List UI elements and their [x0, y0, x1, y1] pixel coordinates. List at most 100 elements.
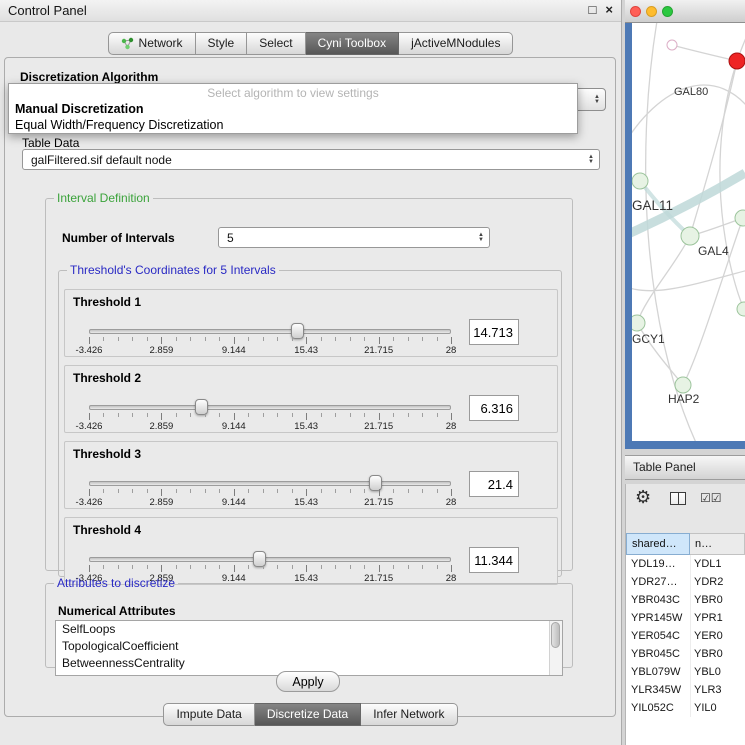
mac-close-button[interactable] — [630, 6, 641, 17]
column-header-name[interactable]: n… — [690, 533, 745, 555]
tab-select[interactable]: Select — [247, 32, 305, 55]
threshold-value-field[interactable] — [469, 471, 519, 497]
network-canvas[interactable]: GAL80GAL11GAL4GCY1HAP2 — [632, 23, 745, 441]
tab-jactivemnodules[interactable]: jActiveMNodules — [399, 32, 513, 55]
network-graph: GAL80GAL11GAL4GCY1HAP2 — [632, 23, 745, 441]
checkbox-icon: ☑ — [711, 491, 722, 505]
tick-label: 28 — [446, 345, 457, 356]
discretization-algorithm-label: Discretization Algorithm — [20, 70, 158, 84]
minimize-icon[interactable]: □ — [589, 2, 597, 17]
cell-shared-name: YBL079W — [626, 663, 690, 681]
interval-definition-title: Interval Definition — [54, 191, 153, 205]
network-node[interactable] — [737, 302, 745, 316]
table-row[interactable]: YBR045CYBR0 — [626, 645, 745, 663]
network-node[interactable] — [729, 53, 745, 69]
window-title: Control Panel — [8, 3, 87, 18]
slider-tick — [205, 565, 206, 569]
slider-tick — [335, 337, 336, 341]
slider-tick — [306, 489, 307, 496]
close-icon[interactable]: × — [605, 2, 613, 17]
slider-tick — [393, 413, 394, 417]
table-row[interactable]: YIL052CYIL0 — [626, 699, 745, 717]
slider-tick — [335, 413, 336, 417]
slider-tick-labels: -3.4262.8599.14415.4321.71528 — [89, 497, 451, 508]
mac-zoom-button[interactable] — [662, 6, 673, 17]
mac-minimize-button[interactable] — [646, 6, 657, 17]
tick-label: -3.426 — [76, 497, 103, 508]
slider-tick — [306, 565, 307, 572]
attributes-list: SelfLoopsTopologicalCoefficientBetweenne… — [56, 621, 562, 672]
interval-definition-group: Interval Definition Number of Intervals … — [45, 191, 573, 571]
tick-label: 15.43 — [294, 345, 318, 356]
slider-tick — [103, 337, 104, 341]
select-rows-icons[interactable]: ☑☑ — [700, 491, 722, 505]
attribute-list-item[interactable]: SelfLoops — [56, 621, 562, 638]
slider-tick — [89, 413, 90, 420]
slider-tick — [422, 413, 423, 417]
slider-track[interactable] — [89, 557, 451, 562]
column-header-shared-name[interactable]: shared… — [626, 533, 690, 555]
slider-tick — [263, 413, 264, 417]
table-row[interactable]: YBL079WYBL0 — [626, 663, 745, 681]
attribute-list-item[interactable]: BetweennessCentrality — [56, 655, 562, 672]
tab-style[interactable]: Style — [196, 32, 248, 55]
cell-shared-name: YBR045C — [626, 645, 690, 663]
tab-impute-data[interactable]: Impute Data — [163, 703, 254, 726]
slider-tick — [176, 489, 177, 493]
slider-tick — [234, 337, 235, 344]
dropdown-option-manual-discretization[interactable]: Manual Discretization — [9, 102, 577, 116]
network-node[interactable] — [667, 40, 677, 50]
gear-icon[interactable]: ⚙ — [635, 487, 651, 508]
thresholds-group: Threshold's Coordinates for 5 Intervals … — [58, 263, 562, 577]
slider-track[interactable] — [89, 405, 451, 410]
slider-tick — [147, 413, 148, 417]
cell-shared-name: YBR043C — [626, 591, 690, 609]
tick-label: 9.144 — [222, 345, 246, 356]
table-row[interactable]: YPR145WYPR1 — [626, 609, 745, 627]
tab-infer-network[interactable]: Infer Network — [361, 703, 457, 726]
slider-tick — [132, 413, 133, 417]
table-row[interactable]: YDR27…YDR2 — [626, 573, 745, 591]
slider-track[interactable] — [89, 481, 451, 486]
threshold-block: Threshold 4-3.4262.8599.14415.4321.71528 — [64, 517, 558, 585]
network-node[interactable] — [735, 210, 745, 226]
cell-name: YBL0 — [690, 663, 745, 681]
network-node[interactable] — [632, 173, 648, 189]
slider-tick — [277, 565, 278, 569]
slider-track[interactable] — [89, 329, 451, 334]
threshold-value-field[interactable] — [469, 395, 519, 421]
table-row[interactable]: YLR345WYLR3 — [626, 681, 745, 699]
table-row[interactable]: YDL19…YDL1 — [626, 555, 745, 573]
tick-label: 2.859 — [150, 421, 174, 432]
tab-discretize-data[interactable]: Discretize Data — [255, 703, 361, 726]
threshold-value-field[interactable] — [469, 319, 519, 345]
table-data-select[interactable]: galFiltered.sif default node ▲ ▼ — [22, 149, 600, 170]
tab-cyni-toolbox[interactable]: Cyni Toolbox — [306, 32, 399, 55]
threshold-value-field[interactable] — [469, 547, 519, 573]
tab-label: Discretize Data — [267, 704, 348, 725]
scrollbar-thumb[interactable] — [551, 622, 560, 648]
slider-tick — [190, 565, 191, 569]
attribute-list-item[interactable]: TopologicalCoefficient — [56, 638, 562, 655]
slider-tick — [408, 337, 409, 341]
slider-tick — [263, 565, 264, 569]
table-row[interactable]: YBR043CYBR0 — [626, 591, 745, 609]
table-data-value: galFiltered.sif default node — [31, 150, 172, 170]
number-of-intervals-select[interactable]: 5 ▲ ▼ — [218, 227, 490, 248]
window-titlebar: Control Panel □ × — [0, 0, 621, 22]
network-node[interactable] — [681, 227, 699, 245]
network-node[interactable] — [675, 377, 691, 393]
list-scrollbar[interactable] — [549, 621, 562, 675]
columns-icon[interactable] — [670, 492, 686, 505]
network-node[interactable] — [632, 315, 645, 331]
slider-tick — [118, 489, 119, 493]
tab-label: Infer Network — [373, 704, 444, 725]
tick-label: 15.43 — [294, 421, 318, 432]
apply-button[interactable]: Apply — [276, 671, 340, 692]
bottom-tab-bar: Impute Data Discretize Data Infer Networ… — [0, 703, 621, 726]
table-row[interactable]: YER054CYER0 — [626, 627, 745, 645]
combo-arrows-icon: ▲ ▼ — [594, 95, 600, 105]
slider-tick — [437, 337, 438, 341]
dropdown-option-equal-width-frequency[interactable]: Equal Width/Frequency Discretization — [9, 118, 577, 132]
tab-network[interactable]: Network — [108, 32, 196, 55]
